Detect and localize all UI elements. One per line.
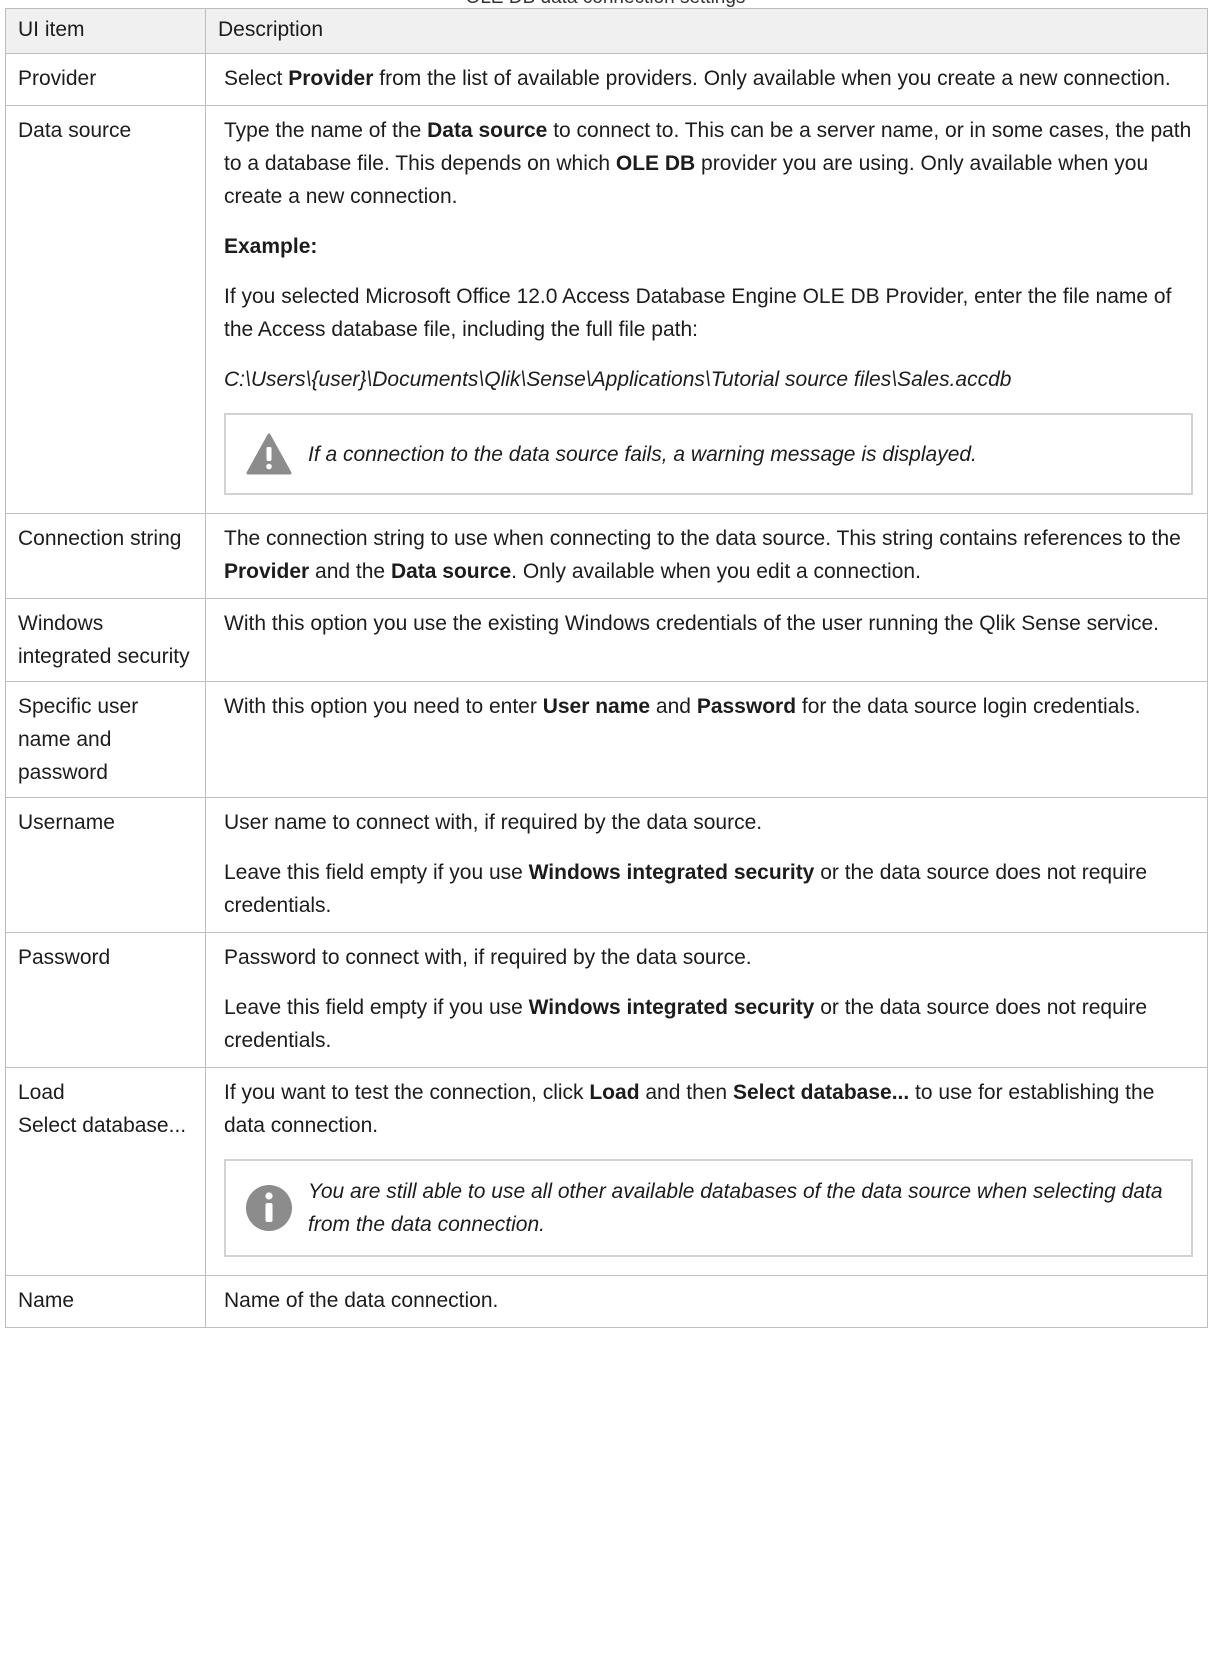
ui-item-label: Specific user name and password [5,681,206,798]
ui-item-label: Password [5,932,206,1068]
ui-item-label: Load Select database... [5,1067,206,1276]
table-row-name: Name Name of the data connection. [5,1275,1208,1328]
example-heading: Example: [224,235,318,258]
table-row-data-source: Data source Type the name of the Data so… [5,105,1208,514]
description-cell: With this option you use the existing Wi… [205,598,1208,682]
warning-icon [246,433,292,475]
description-text: Name of the data connection. [224,1289,499,1312]
description-text: With this option you use the existing Wi… [224,612,1159,635]
column-header-description: Description [205,8,1208,54]
table-header-row: UI item Description [5,8,1208,54]
column-header-ui-item: UI item [5,8,206,54]
table-caption: OLE DB data connection settings [0,0,1211,8]
info-icon [246,1185,292,1231]
ui-item-label: Data source [5,105,206,514]
table-row-windows-integrated-security: Windows integrated security With this op… [5,598,1208,682]
table-row-password: Password Password to connect with, if re… [5,932,1208,1068]
description-text: Select Provider from the list of availab… [224,67,1171,90]
description-text: Password to connect with, if required by… [224,946,752,969]
description-cell: If you want to test the connection, clic… [205,1067,1208,1276]
description-text: If you want to test the connection, clic… [224,1081,1155,1137]
table-row-username: Username User name to connect with, if r… [5,797,1208,933]
settings-table: UI item Description Provider Select Prov… [5,8,1208,1328]
description-text: The connection string to use when connec… [224,527,1181,583]
description-cell: Name of the data connection. [205,1275,1208,1328]
description-text: With this option you need to enter User … [224,695,1141,718]
description-text: Leave this field empty if you use Window… [224,861,1148,917]
description-cell: With this option you need to enter User … [205,681,1208,798]
table-row-provider: Provider Select Provider from the list o… [5,53,1208,106]
ui-item-label: Name [5,1275,206,1328]
ui-item-label: Provider [5,53,206,106]
table-row-connection-string: Connection string The connection string … [5,513,1208,599]
description-text: User name to connect with, if required b… [224,811,763,834]
info-text: You are still able to use all other avai… [308,1180,1163,1236]
ui-item-label: Username [5,797,206,933]
ui-item-label: Connection string [5,513,206,599]
description-text: Type the name of the Data source to conn… [224,119,1192,208]
description-text: Leave this field empty if you use Window… [224,996,1148,1052]
description-cell: Select Provider from the list of availab… [205,53,1208,106]
description-cell: Password to connect with, if required by… [205,932,1208,1068]
description-cell: User name to connect with, if required b… [205,797,1208,933]
ui-item-label: Windows integrated security [5,598,206,682]
info-note: You are still able to use all other avai… [224,1159,1193,1257]
example-file-path: C:\Users\{user}\Documents\Qlik\Sense\App… [224,368,1012,391]
example-text: If you selected Microsoft Office 12.0 Ac… [224,285,1172,341]
table-row-load-select-database: Load Select database... If you want to te… [5,1067,1208,1276]
table-row-specific-user: Specific user name and password With thi… [5,681,1208,798]
warning-text: If a connection to the data source fails… [308,442,977,466]
warning-note: If a connection to the data source fails… [224,413,1193,495]
description-cell: Type the name of the Data source to conn… [205,105,1208,514]
description-cell: The connection string to use when connec… [205,513,1208,599]
